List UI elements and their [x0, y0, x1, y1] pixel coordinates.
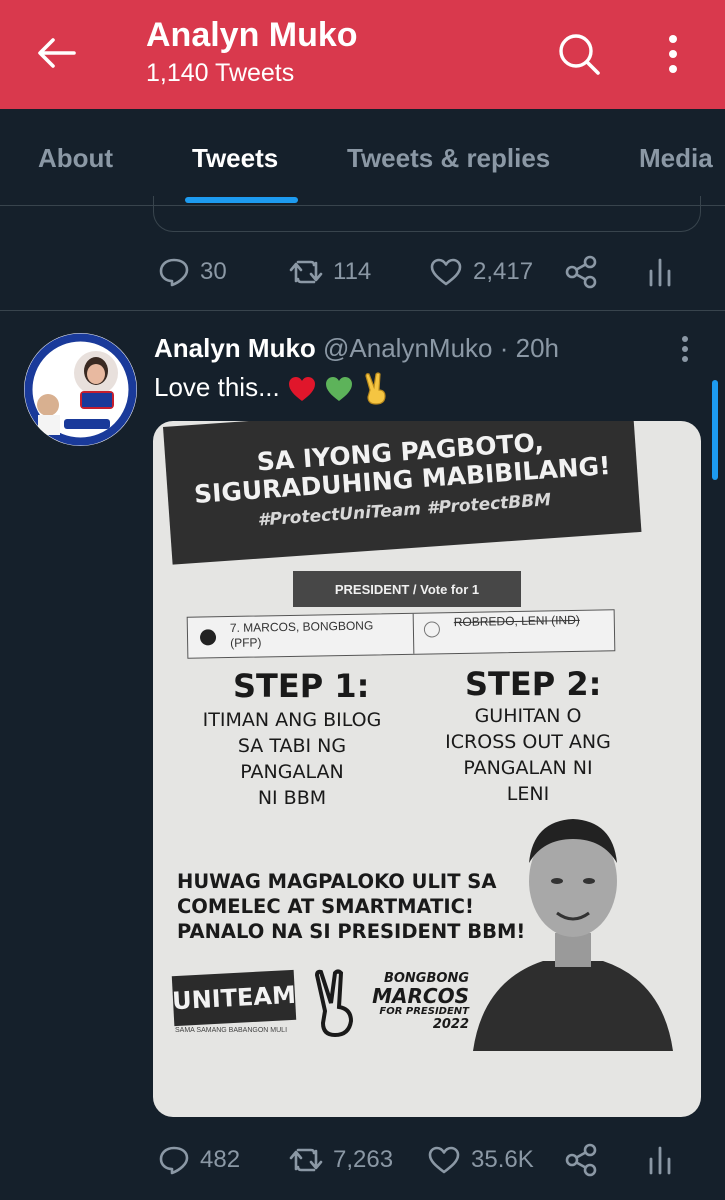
bbm-line-2: MARCOS	[372, 984, 469, 1008]
profile-tabs: About Tweets Tweets & replies Media	[0, 109, 725, 206]
like-count: 2,417	[473, 258, 534, 285]
tab-about[interactable]: About	[38, 143, 113, 174]
top-app-bar: Analyn Muko 1,140 Tweets	[0, 0, 725, 109]
heart-icon	[428, 1146, 460, 1174]
author-name[interactable]: Analyn Muko	[154, 333, 316, 363]
previous-tweet-media[interactable]	[153, 196, 701, 232]
victory-hand-icon	[365, 372, 387, 405]
like-button[interactable]: 35.6K	[427, 1140, 534, 1180]
candidate-party: (PFP)	[230, 635, 262, 650]
uniteam-tagline: SAMA SAMANG BABANGON MULI	[175, 1027, 288, 1034]
reply-count: 482	[200, 1146, 241, 1173]
share-button[interactable]	[564, 1140, 598, 1180]
step1-line: PANGALAN	[240, 761, 344, 783]
step2-line: GUHITAN O	[474, 705, 582, 727]
candidate-name: 7. MARCOS, BONGBONG	[229, 618, 374, 635]
filled-ballot-oval	[199, 629, 217, 646]
tweet-count: 1,140 Tweets	[146, 59, 295, 87]
tweet-media-image[interactable]: SA IYONG PAGBOTO, SIGURADUHING MABIBILAN…	[153, 421, 701, 1117]
tab-media[interactable]: Media	[639, 143, 713, 174]
peace-hand-icon	[314, 969, 354, 1038]
step1-body: ITIMAN ANG BILOG SA TABI NG PANGALAN NI …	[187, 707, 397, 811]
tweet-author-line: Analyn Muko @AnalynMuko · 20h	[154, 333, 559, 364]
warning-line: PANALO NA SI PRESIDENT BBM!	[177, 920, 526, 943]
step2-body: GUHITAN O ICROSS OUT ANG PANGALAN NI LEN…	[423, 703, 633, 807]
reply-button[interactable]: 30	[158, 252, 227, 292]
retweet-count: 114	[333, 258, 372, 285]
retweet-icon	[289, 1148, 323, 1172]
retweet-count: 7,263	[333, 1146, 394, 1173]
tweet-timestamp: · 20h	[499, 333, 560, 363]
like-count: 35.6K	[471, 1146, 534, 1173]
crossed-candidate: ROBREDO, LENI (IND)	[453, 612, 580, 630]
search-icon	[559, 34, 600, 75]
reply-icon	[159, 1146, 189, 1175]
ballot-divider	[412, 613, 415, 654]
tab-tweets-and-replies[interactable]: Tweets & replies	[347, 143, 550, 174]
profile-header: Analyn Muko 1,140 Tweets	[146, 14, 358, 89]
analytics-icon	[649, 258, 671, 287]
retweet-button[interactable]: 7,263	[289, 1140, 393, 1180]
tweet-text: Love this...	[154, 372, 391, 406]
tweet-more-button[interactable]	[672, 332, 698, 366]
step1-line: SA TABI NG	[237, 735, 347, 757]
bbm-text: BONGBONG MARCOS FOR PRESIDENT 2022	[359, 971, 469, 1032]
step2-line: ICROSS OUT ANG	[445, 731, 611, 753]
warning-text: HUWAG MAGPALOKO ULIT SA COMELEC AT SMART…	[177, 869, 525, 944]
more-vertical-icon	[669, 35, 677, 73]
avatar[interactable]	[24, 333, 137, 446]
uniteam-logo: UNITEAM	[171, 969, 297, 1027]
share-button[interactable]	[564, 252, 598, 292]
president-label: PRESIDENT / Vote for 1	[293, 571, 521, 607]
ballot-candidate: 7. MARCOS, BONGBONG (PFP)	[230, 618, 374, 650]
tweet-divider	[0, 310, 725, 311]
reply-count: 30	[200, 258, 227, 285]
back-button[interactable]	[22, 24, 90, 82]
scrollbar[interactable]	[712, 380, 718, 480]
step2-title: STEP 2:	[465, 665, 602, 703]
analytics-icon	[649, 1146, 671, 1175]
flyer-banner: SA IYONG PAGBOTO, SIGURADUHING MABIBILAN…	[163, 421, 642, 565]
previous-tweet-actions: 30 114 2,417	[0, 252, 725, 292]
share-icon	[565, 1143, 597, 1177]
reply-icon	[159, 258, 189, 287]
retweet-button[interactable]: 114	[289, 252, 371, 292]
warning-line: HUWAG MAGPALOKO ULIT SA	[177, 870, 497, 893]
step2-line: PANGALAN NI	[463, 757, 593, 779]
profile-name-title: Analyn Muko	[146, 16, 358, 54]
analytics-button[interactable]	[648, 1140, 672, 1180]
warning-line: COMELEC AT SMARTMATIC!	[177, 895, 474, 918]
back-arrow-icon	[38, 38, 76, 68]
ballot-sample: 7. MARCOS, BONGBONG (PFP) ROBREDO, LENI …	[186, 609, 616, 659]
bbm-line-4: 2022	[432, 1017, 469, 1032]
tweet-body: Love this...	[154, 372, 280, 402]
avatar-badge-image	[24, 333, 137, 446]
red-heart-icon	[288, 377, 315, 402]
heart-icon	[430, 258, 462, 286]
step1-line: NI BBM	[257, 787, 327, 809]
reply-button[interactable]: 482	[158, 1140, 240, 1180]
empty-ballot-oval	[423, 621, 441, 638]
more-options-button[interactable]	[650, 28, 696, 80]
step1-line: ITIMAN ANG BILOG	[202, 709, 382, 731]
author-handle[interactable]: @AnalynMuko	[323, 333, 492, 363]
tweet-actions: 482 7,263 35.6K	[0, 1140, 725, 1180]
green-heart-icon	[326, 377, 353, 402]
tab-tweets[interactable]: Tweets	[192, 143, 278, 174]
search-button[interactable]	[553, 28, 605, 80]
more-vertical-icon	[682, 336, 688, 362]
share-icon	[565, 255, 597, 289]
step1-title: STEP 1:	[233, 667, 370, 705]
retweet-icon	[289, 260, 323, 284]
like-button[interactable]: 2,417	[429, 252, 533, 292]
analytics-button[interactable]	[648, 252, 672, 292]
